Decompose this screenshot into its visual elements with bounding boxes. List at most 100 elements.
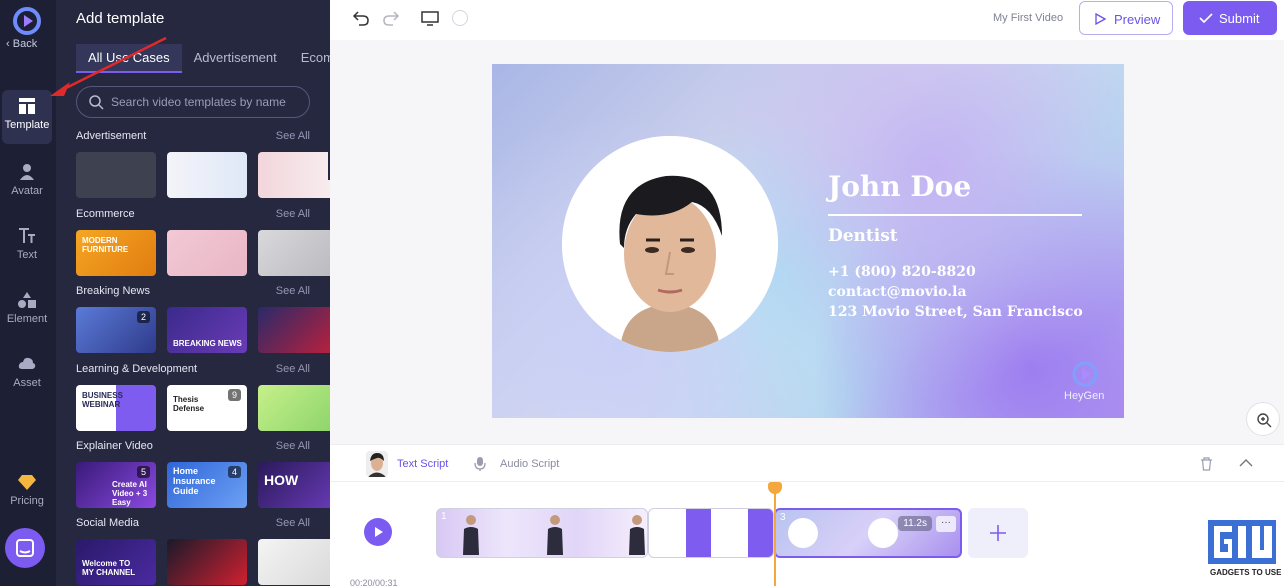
- template-thumbnail[interactable]: [258, 385, 330, 431]
- zoom-in-icon: [1257, 413, 1272, 428]
- template-thumbnail[interactable]: [258, 539, 330, 585]
- asset-icon: [18, 357, 36, 369]
- slide-role-text[interactable]: Dentist: [828, 226, 898, 246]
- thumbnail-text: Thesis Defense: [173, 395, 205, 413]
- template-thumbnail[interactable]: Thesis Defense 9: [167, 385, 247, 431]
- tab-text-script[interactable]: Text Script: [397, 458, 448, 470]
- clip-duration: 11.2s: [898, 516, 932, 531]
- clip-number: 2: [653, 511, 659, 522]
- back-label: Back: [12, 38, 38, 50]
- search-input[interactable]: [111, 93, 301, 111]
- top-bar: My First Video Preview Submit: [330, 0, 1284, 40]
- rail-item-template[interactable]: Template: [2, 90, 52, 144]
- tab-advertisement[interactable]: Advertisement: [182, 44, 289, 71]
- script-avatar-thumb[interactable]: [366, 451, 388, 477]
- section-advertisement: Advertisement See All: [76, 130, 330, 198]
- rail-item-text[interactable]: Text: [2, 220, 52, 274]
- timeline-clip-selected[interactable]: 3 11.2s ···: [774, 508, 962, 558]
- template-thumbnail[interactable]: [76, 152, 156, 198]
- thumbnail-text: BREAKING NEWS: [173, 339, 242, 348]
- slide-phone-text[interactable]: +1 (800) 820-8820: [828, 264, 976, 280]
- template-thumbnail[interactable]: [167, 230, 247, 276]
- preview-button[interactable]: Preview: [1079, 1, 1173, 35]
- rail-item-pricing[interactable]: Pricing: [2, 466, 52, 520]
- section-title: Social Media: [76, 517, 139, 529]
- timeline-clip[interactable]: 1: [436, 508, 648, 558]
- search-icon: [89, 95, 104, 110]
- back-button[interactable]: ‹ Back: [6, 38, 37, 50]
- avatar-photo[interactable]: [562, 136, 778, 352]
- submit-label: Submit: [1219, 11, 1260, 26]
- timeline-clip[interactable]: 2: [648, 508, 774, 558]
- template-thumbnail[interactable]: [258, 152, 330, 198]
- see-all-link[interactable]: See All: [276, 208, 310, 220]
- see-all-link[interactable]: See All: [276, 517, 310, 529]
- play-outline-icon: [1095, 13, 1106, 25]
- rail-item-element[interactable]: Element: [2, 284, 52, 338]
- clip-number: 1: [441, 511, 447, 522]
- playhead[interactable]: [774, 482, 776, 586]
- redo-icon[interactable]: [382, 9, 400, 27]
- thumbnail-text: Create AI Video + 3 Easy Steps: [112, 480, 148, 508]
- element-icon: [18, 292, 36, 308]
- see-all-link[interactable]: See All: [276, 440, 310, 452]
- microphone-icon[interactable]: [474, 456, 486, 472]
- rail-item-asset[interactable]: Asset: [2, 348, 52, 402]
- chevron-up-icon[interactable]: [1239, 458, 1253, 468]
- tab-audio-script[interactable]: Audio Script: [500, 458, 559, 470]
- clip-more-options[interactable]: ···: [936, 516, 956, 532]
- app-logo-icon[interactable]: [12, 6, 42, 36]
- template-thumbnail[interactable]: Create AI Video + 3 Easy Steps 5: [76, 462, 156, 508]
- help-chat-button[interactable]: [5, 528, 45, 568]
- layers-count-badge: 5: [136, 466, 150, 478]
- add-scene-button[interactable]: [968, 508, 1028, 558]
- heygen-logo-icon: [1072, 361, 1098, 387]
- slide-address-text[interactable]: 123 Movio Street, San Francisco: [828, 304, 1083, 320]
- template-thumbnail[interactable]: [258, 307, 330, 353]
- video-slide[interactable]: John Doe Dentist +1 (800) 820-8820 conta…: [492, 64, 1124, 418]
- background-color-swatch[interactable]: [452, 10, 468, 26]
- project-name[interactable]: My First Video: [993, 12, 1063, 24]
- clip-number: 3: [780, 512, 786, 523]
- tab-all-use-cases[interactable]: All Use Cases: [76, 44, 182, 73]
- chevron-left-icon: ‹: [6, 38, 10, 50]
- template-thumbnail[interactable]: 2: [76, 307, 156, 353]
- rail-item-label: Text: [16, 249, 38, 261]
- clip-avatar-figure: [463, 515, 479, 555]
- see-all-link[interactable]: See All: [276, 285, 310, 297]
- play-button[interactable]: [364, 518, 392, 546]
- see-all-link[interactable]: See All: [276, 363, 310, 375]
- text-icon: [19, 228, 35, 243]
- template-thumbnail[interactable]: BUSINESS WEBINAR: [76, 385, 156, 431]
- thumbnail-text: Welcome TO MY CHANNEL: [82, 559, 136, 577]
- template-thumbnail[interactable]: [258, 230, 330, 276]
- slide-email-text[interactable]: contact@movio.la: [828, 284, 967, 300]
- template-thumbnail[interactable]: [167, 539, 247, 585]
- playhead-handle[interactable]: [768, 482, 782, 494]
- thumbnail-text: Home Insurance Guide: [173, 466, 216, 496]
- rail-item-label: Asset: [13, 377, 41, 389]
- left-rail: ‹ Back Template Avatar Text Element Asse…: [0, 0, 56, 586]
- template-thumbnail[interactable]: HOW: [258, 462, 330, 508]
- undo-icon[interactable]: [352, 9, 370, 27]
- template-thumbnail[interactable]: MODERN FURNITURE: [76, 230, 156, 276]
- zoom-button[interactable]: [1246, 402, 1280, 436]
- aspect-ratio-icon[interactable]: [420, 9, 440, 27]
- clip-avatar-figure: [629, 515, 645, 555]
- rail-item-avatar[interactable]: Avatar: [2, 156, 52, 210]
- section-ecommerce: Ecommerce See All MODERN FURNITURE: [76, 208, 330, 276]
- check-icon: [1199, 13, 1213, 23]
- see-all-link[interactable]: See All: [276, 130, 310, 142]
- template-thumbnail[interactable]: Home Insurance Guide 4: [167, 462, 247, 508]
- template-thumbnail[interactable]: BREAKING NEWS: [167, 307, 247, 353]
- submit-button[interactable]: Submit: [1183, 1, 1277, 35]
- template-thumbnail[interactable]: [167, 152, 247, 198]
- trash-icon[interactable]: [1200, 457, 1213, 471]
- slide-name-text[interactable]: John Doe: [828, 170, 971, 203]
- template-panel: Add template All Use Cases Advertisement E…: [56, 0, 330, 586]
- gadgets-to-use-logo: [1208, 520, 1276, 564]
- template-thumbnail[interactable]: Welcome TO MY CHANNEL: [76, 539, 156, 585]
- rail-item-label: Element: [6, 313, 48, 325]
- tab-ecommerce[interactable]: Ecomm: [289, 44, 330, 71]
- section-title: Breaking News: [76, 285, 150, 297]
